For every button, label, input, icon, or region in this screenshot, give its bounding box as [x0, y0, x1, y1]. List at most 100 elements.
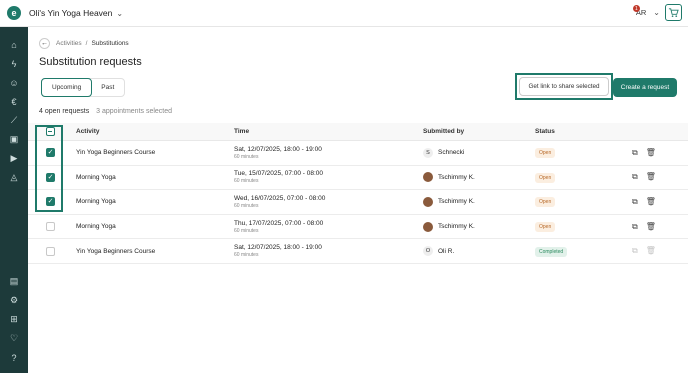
table-row[interactable]: ✓ Morning Yoga Tue, 15/07/2025, 07:00 - … — [28, 166, 688, 191]
row-actions: ⧉ 🗑 — [632, 222, 656, 232]
trash-icon: 🗑 — [645, 246, 656, 256]
row-actions: ⧉ 🗑 — [632, 148, 656, 158]
activity-name: Yin Yoga Beginners Course — [76, 149, 156, 157]
breadcrumb: ← Activities / Substitutions — [39, 38, 129, 49]
copy-icon: ⧉ — [632, 246, 638, 256]
duration: 60 minutes — [234, 252, 259, 259]
status-badge: Open — [535, 172, 556, 183]
book-icon[interactable]: ▤ — [0, 272, 28, 291]
home-icon[interactable]: ⌂ — [0, 35, 28, 54]
avatar — [423, 196, 433, 207]
status-badge: Open — [535, 222, 556, 233]
duration: 60 minutes — [234, 153, 259, 160]
activity-name: Morning Yoga — [76, 223, 116, 231]
trash-icon[interactable]: 🗑 — [646, 172, 656, 182]
row-checkbox[interactable]: ✓ — [46, 148, 55, 158]
time-cell: Thu, 17/07/2025, 07:00 - 08:00 60 minutes — [234, 220, 323, 234]
gear-icon[interactable]: ⚙ — [0, 291, 28, 310]
status-cell: Open — [535, 197, 556, 208]
avatar: O — [423, 246, 433, 257]
time-range: Wed, 16/07/2025, 07:00 - 08:00 — [234, 194, 326, 202]
studio-switcher[interactable]: Oli's Yin Yoga Heaven ⌄ — [29, 8, 123, 18]
avatar — [423, 221, 433, 232]
row-checkbox[interactable] — [46, 222, 55, 232]
cart-button[interactable] — [665, 4, 682, 21]
trash-icon[interactable]: 🗑 — [646, 197, 656, 207]
page-title: Substitution requests — [39, 56, 142, 68]
app-logo[interactable]: e — [7, 6, 21, 20]
bolt-icon[interactable]: ϟ — [0, 54, 28, 73]
user-menu[interactable]: 1 AR — [632, 5, 648, 17]
cart-icon — [668, 8, 679, 17]
avatar: S — [423, 147, 433, 158]
open-requests-count: 4 open requests — [39, 108, 90, 115]
row-checkbox[interactable]: ✓ — [46, 197, 55, 207]
row-checkbox[interactable]: ✓ — [46, 172, 55, 182]
time-range: Sat, 12/07/2025, 18:00 - 19:00 — [234, 244, 322, 252]
avatar — [423, 172, 433, 183]
selection-summary: 4 open requests 3 appointments selected — [39, 108, 172, 115]
time-cell: Wed, 16/07/2025, 07:00 - 08:00 60 minutes — [234, 195, 325, 209]
box-icon[interactable]: ▣ — [0, 130, 28, 149]
back-arrow-icon[interactable]: ← — [39, 38, 50, 49]
person-icon[interactable]: ☺ — [0, 73, 28, 92]
time-cell: Sat, 12/07/2025, 18:00 - 19:00 60 minutes — [234, 146, 322, 160]
duration: 60 minutes — [234, 178, 259, 185]
time-cell: Sat, 12/07/2025, 18:00 - 19:00 60 minutes — [234, 244, 322, 258]
status-badge: Open — [535, 197, 556, 208]
create-request-button[interactable]: Create a request — [613, 78, 677, 97]
share-link-button[interactable]: Get link to share selected — [519, 77, 609, 96]
heart-icon[interactable]: ♡ — [0, 329, 28, 348]
submitter-name: Oli R. — [438, 247, 455, 255]
status-cell: Completed — [535, 246, 568, 257]
row-actions: ⧉ 🗑 — [632, 246, 656, 256]
submitter: O Oli R. — [423, 246, 455, 257]
submitter: Tschimmy K. — [423, 221, 475, 232]
table-header: Activity Time Submitted by Status — [28, 123, 688, 141]
submitter-name: Tschimmy K. — [438, 173, 475, 181]
chevron-down-icon[interactable]: ⌄ — [653, 8, 660, 17]
share-link-highlight: Get link to share selected — [515, 73, 613, 100]
trash-icon[interactable]: 🗑 — [646, 222, 656, 232]
chart-icon[interactable]: ⟋ — [0, 111, 28, 130]
header-time: Time — [234, 128, 250, 135]
time-range: Sat, 12/07/2025, 18:00 - 19:00 — [234, 145, 322, 153]
copy-icon[interactable]: ⧉ — [632, 222, 638, 232]
main-content: ← Activities / Substitutions Substitutio… — [28, 27, 688, 373]
copy-icon[interactable]: ⧉ — [632, 197, 638, 207]
breadcrumb-parent[interactable]: Activities — [56, 40, 82, 47]
top-bar: e Oli's Yin Yoga Heaven ⌄ 1 AR ⌄ — [0, 0, 688, 27]
header-activity: Activity — [76, 128, 100, 135]
requests-table: Activity Time Submitted by Status ✓ Yin … — [28, 123, 688, 264]
duration: 60 minutes — [234, 227, 259, 234]
help-icon[interactable]: ? — [0, 348, 28, 367]
submitter-name: Tschimmy K. — [438, 198, 475, 206]
submitter: S Schnecki — [423, 147, 464, 158]
status-badge: Completed — [535, 246, 568, 257]
duration: 60 minutes — [234, 202, 259, 209]
megaphone-icon[interactable]: ◬ — [0, 168, 28, 187]
play-icon[interactable]: ▶ — [0, 149, 28, 168]
row-checkbox[interactable] — [46, 246, 55, 256]
table-row[interactable]: ✓ Morning Yoga Wed, 16/07/2025, 07:00 - … — [28, 190, 688, 215]
copy-icon[interactable]: ⧉ — [632, 148, 638, 158]
time-cell: Tue, 15/07/2025, 07:00 - 08:00 60 minutes — [234, 170, 323, 184]
header-status: Status — [535, 128, 555, 135]
plus-box-icon[interactable]: ⊞ — [0, 310, 28, 329]
table-row[interactable]: Morning Yoga Thu, 17/07/2025, 07:00 - 08… — [28, 215, 688, 240]
copy-icon[interactable]: ⧉ — [632, 172, 638, 182]
status-cell: Open — [535, 222, 556, 233]
trash-icon[interactable]: 🗑 — [646, 148, 656, 158]
tab-upcoming[interactable]: Upcoming — [41, 78, 93, 97]
euro-icon[interactable]: € — [0, 92, 28, 111]
tab-past[interactable]: Past — [91, 79, 124, 96]
header-submitted-by: Submitted by — [423, 128, 465, 135]
studio-name: Oli's Yin Yoga Heaven — [29, 8, 113, 18]
selected-count: 3 appointments selected — [96, 108, 173, 115]
chevron-down-icon: ⌄ — [116, 8, 124, 18]
breadcrumb-current: Substitutions — [91, 40, 129, 47]
table-row[interactable]: Yin Yoga Beginners Course Sat, 12/07/202… — [28, 239, 688, 264]
select-all-checkbox[interactable] — [46, 127, 55, 136]
activity-name: Yin Yoga Beginners Course — [76, 247, 156, 255]
table-row[interactable]: ✓ Yin Yoga Beginners Course Sat, 12/07/2… — [28, 141, 688, 166]
